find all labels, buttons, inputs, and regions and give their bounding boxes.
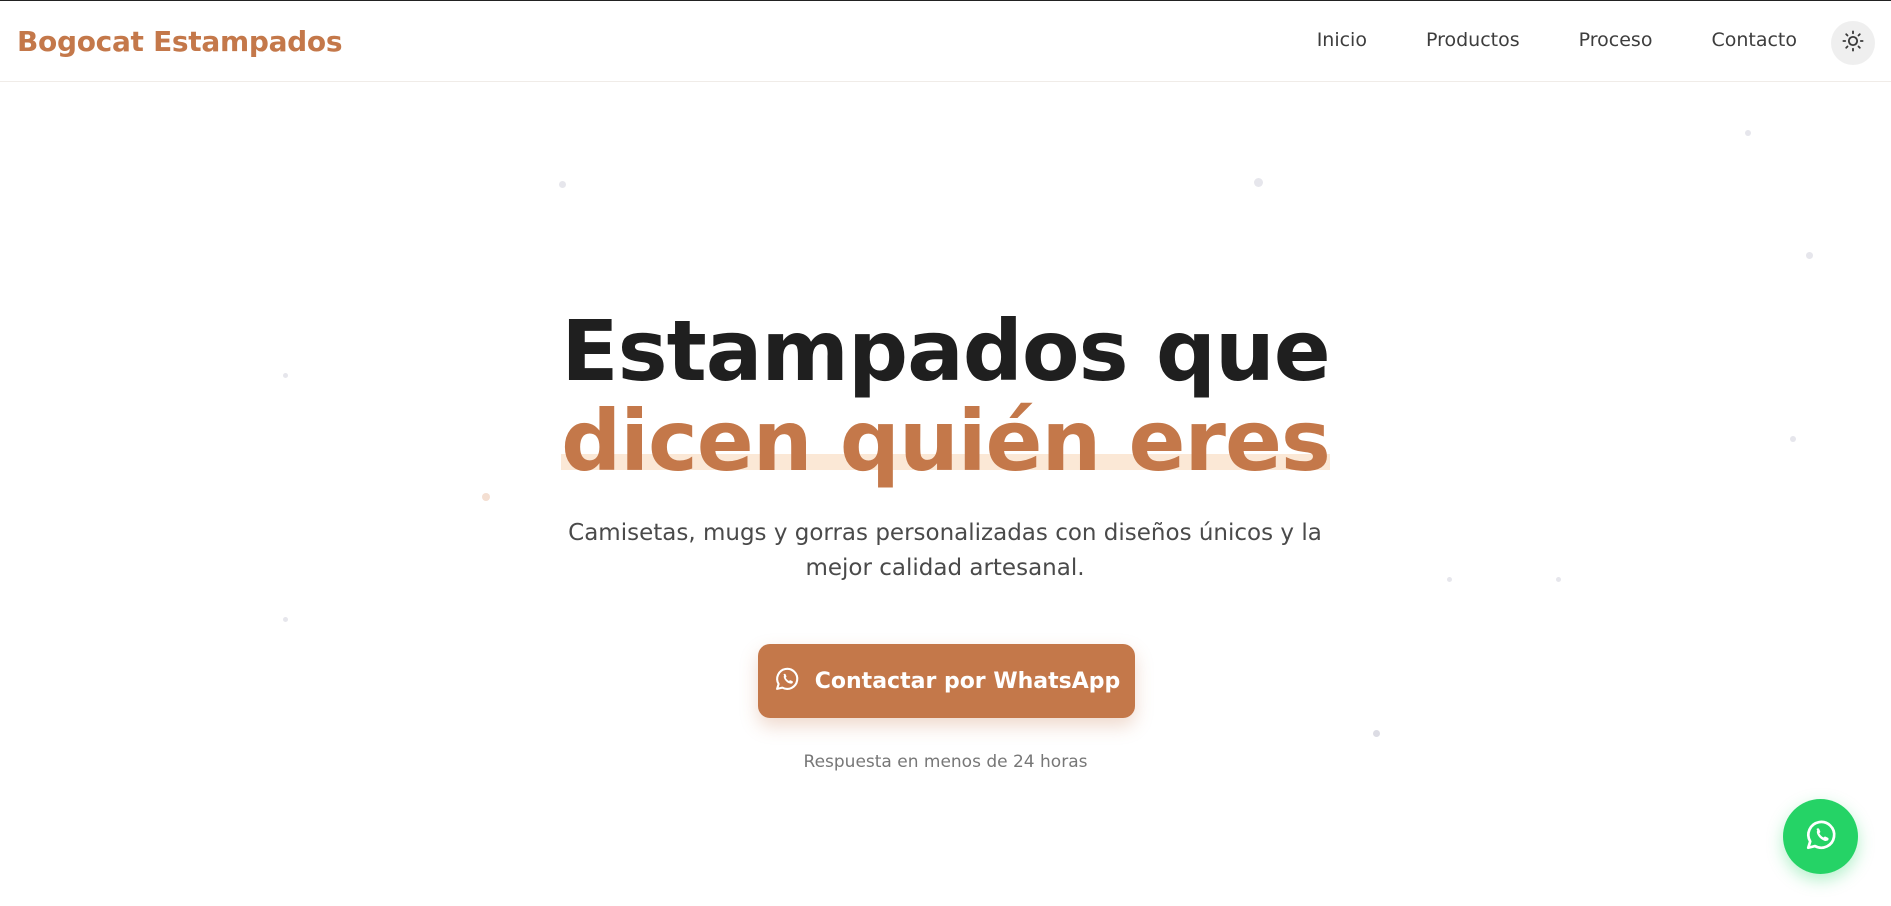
decor-dot bbox=[482, 493, 490, 501]
decor-dot bbox=[1447, 577, 1452, 582]
decor-dot bbox=[1745, 130, 1751, 136]
hero-title: Estampados que bbox=[561, 302, 1331, 400]
decor-dot bbox=[1556, 577, 1561, 582]
whatsapp-icon bbox=[1803, 817, 1839, 857]
main-nav: Inicio Productos Proceso Contacto bbox=[1258, 29, 1797, 51]
decor-dot bbox=[559, 181, 566, 188]
sun-icon bbox=[1842, 30, 1864, 56]
decor-dot bbox=[1806, 252, 1813, 259]
decor-dot bbox=[1254, 178, 1263, 187]
whatsapp-contact-label: Contactar por WhatsApp bbox=[814, 668, 1121, 694]
whatsapp-contact-button[interactable]: Contactar por WhatsApp bbox=[758, 644, 1135, 718]
hero-title-accent-line: dicen quién eres bbox=[0, 396, 1891, 486]
decor-dot bbox=[1373, 730, 1380, 737]
hero-title-accent-text: dicen quién eres bbox=[561, 392, 1331, 490]
floating-whatsapp-button[interactable] bbox=[1783, 799, 1858, 874]
hero-subtitle: Camisetas, mugs y gorras personalizadas … bbox=[568, 520, 1322, 581]
hero-title-accent: dicen quién eres bbox=[561, 396, 1331, 486]
site-header: Bogocat Estampados Inicio Productos Proc… bbox=[0, 1, 1891, 82]
brand-logo[interactable]: Bogocat Estampados bbox=[17, 25, 343, 58]
nav-link-proceso[interactable]: Proceso bbox=[1579, 29, 1653, 51]
page: Bogocat Estampados Inicio Productos Proc… bbox=[0, 0, 1891, 906]
theme-toggle-button[interactable] bbox=[1831, 21, 1875, 65]
nav-link-contacto[interactable]: Contacto bbox=[1711, 29, 1797, 51]
response-time-note: Respuesta en menos de 24 horas bbox=[803, 752, 1088, 772]
nav-link-inicio[interactable]: Inicio bbox=[1317, 29, 1367, 51]
whatsapp-icon bbox=[773, 665, 801, 697]
nav-link-productos[interactable]: Productos bbox=[1426, 29, 1520, 51]
decor-dot bbox=[283, 617, 288, 622]
